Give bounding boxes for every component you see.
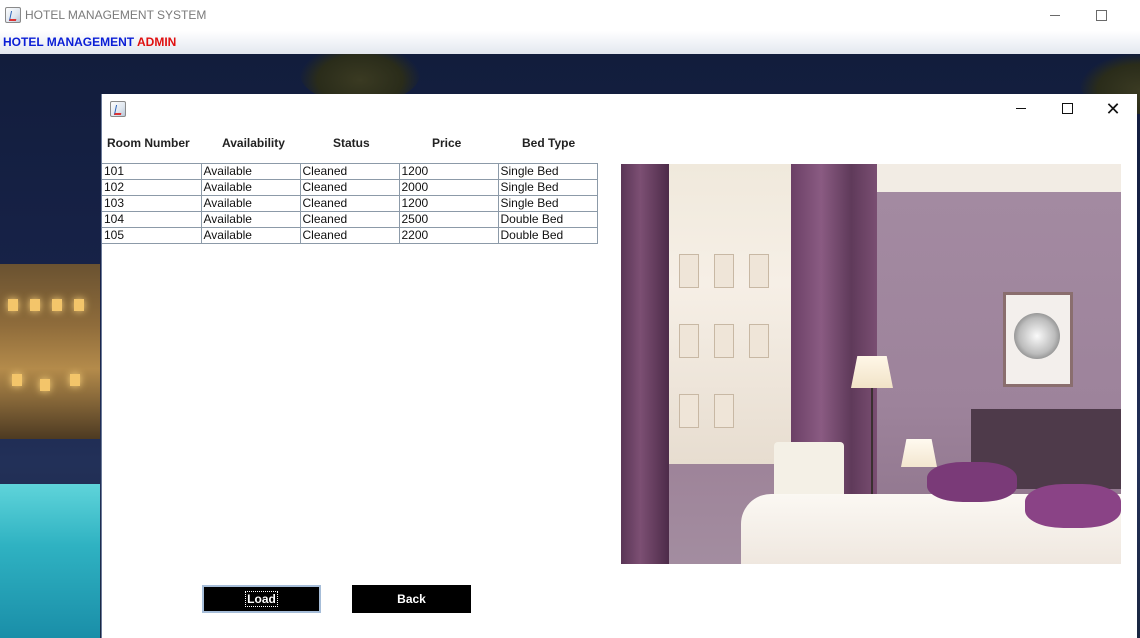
table-header: Room Number Availability Status Price Be… bbox=[102, 136, 622, 154]
maximize-icon bbox=[1095, 10, 1107, 21]
pillow bbox=[927, 462, 1017, 502]
hotel-building bbox=[0, 264, 100, 439]
cell-status[interactable]: Cleaned bbox=[300, 195, 400, 212]
cell-availability[interactable]: Available bbox=[201, 163, 301, 180]
cell-status[interactable]: Cleaned bbox=[300, 163, 400, 180]
close-icon: ✕ bbox=[1105, 98, 1121, 119]
window-view bbox=[669, 164, 794, 464]
cell-price[interactable]: 1200 bbox=[399, 195, 499, 212]
menu-admin[interactable]: ADMIN bbox=[137, 35, 176, 49]
cell-availability[interactable]: Available bbox=[201, 227, 301, 244]
header-availability: Availability bbox=[222, 136, 285, 150]
room-table[interactable]: 101 Available Cleaned 1200 Single Bed 10… bbox=[102, 163, 598, 244]
table-row[interactable]: 105 Available Cleaned 2200 Double Bed bbox=[102, 227, 598, 244]
cell-status[interactable]: Cleaned bbox=[300, 227, 400, 244]
floor-lamp-shade bbox=[851, 356, 893, 388]
pillow bbox=[1025, 484, 1121, 528]
menu-hotel-management[interactable]: HOTEL MANAGEMENT bbox=[3, 35, 134, 49]
load-button[interactable]: Load bbox=[202, 585, 321, 613]
main-titlebar: HOTEL MANAGEMENT SYSTEM bbox=[0, 0, 1140, 31]
cell-bed-type[interactable]: Double Bed bbox=[498, 227, 598, 244]
cell-availability[interactable]: Available bbox=[201, 211, 301, 228]
cell-bed-type[interactable]: Single Bed bbox=[498, 195, 598, 212]
cell-room-number[interactable]: 101 bbox=[102, 163, 202, 180]
cell-status[interactable]: Cleaned bbox=[300, 211, 400, 228]
cell-bed-type[interactable]: Double Bed bbox=[498, 211, 598, 228]
dialog-close-button[interactable]: ✕ bbox=[1090, 94, 1136, 123]
cell-availability[interactable]: Available bbox=[201, 179, 301, 196]
cell-status[interactable]: Cleaned bbox=[300, 179, 400, 196]
load-button-label: Load bbox=[245, 591, 278, 607]
back-button-label: Back bbox=[397, 592, 426, 606]
maximize-icon bbox=[1061, 103, 1073, 114]
header-room-number: Room Number bbox=[107, 136, 190, 150]
cell-price[interactable]: 2200 bbox=[399, 227, 499, 244]
header-price: Price bbox=[432, 136, 462, 150]
minimize-button[interactable] bbox=[1032, 0, 1078, 31]
dialog-minimize-button[interactable] bbox=[998, 94, 1044, 123]
header-bed-type: Bed Type bbox=[522, 136, 576, 150]
cell-bed-type[interactable]: Single Bed bbox=[498, 179, 598, 196]
cell-room-number[interactable]: 102 bbox=[102, 179, 202, 196]
pool bbox=[0, 484, 100, 638]
cell-room-number[interactable]: 103 bbox=[102, 195, 202, 212]
room-dialog: ✕ Room Number Availability Status Price … bbox=[101, 94, 1137, 638]
java-cup-icon bbox=[5, 7, 21, 23]
menu-bar: HOTEL MANAGEMENT ADMIN bbox=[0, 31, 1140, 54]
back-button[interactable]: Back bbox=[352, 585, 471, 613]
curtain bbox=[621, 164, 669, 564]
maximize-button[interactable] bbox=[1078, 0, 1124, 31]
cell-price[interactable]: 2000 bbox=[399, 179, 499, 196]
table-row[interactable]: 102 Available Cleaned 2000 Single Bed bbox=[102, 179, 598, 196]
table-row[interactable]: 103 Available Cleaned 1200 Single Bed bbox=[102, 195, 598, 212]
minimize-icon bbox=[1050, 15, 1060, 16]
cell-price[interactable]: 1200 bbox=[399, 163, 499, 180]
cell-price[interactable]: 2500 bbox=[399, 211, 499, 228]
window-title: HOTEL MANAGEMENT SYSTEM bbox=[25, 8, 207, 22]
room-photo bbox=[621, 164, 1121, 564]
wall-picture bbox=[1003, 292, 1073, 387]
java-cup-icon bbox=[110, 101, 126, 117]
cell-room-number[interactable]: 105 bbox=[102, 227, 202, 244]
header-status: Status bbox=[333, 136, 370, 150]
cell-availability[interactable]: Available bbox=[201, 195, 301, 212]
table-lamp-shade bbox=[901, 439, 937, 467]
table-row[interactable]: 101 Available Cleaned 1200 Single Bed bbox=[102, 163, 598, 180]
cell-room-number[interactable]: 104 bbox=[102, 211, 202, 228]
cell-bed-type[interactable]: Single Bed bbox=[498, 163, 598, 180]
table-row[interactable]: 104 Available Cleaned 2500 Double Bed bbox=[102, 211, 598, 228]
dialog-titlebar: ✕ bbox=[102, 94, 1137, 123]
minimize-icon bbox=[1016, 108, 1026, 109]
dialog-maximize-button[interactable] bbox=[1044, 94, 1090, 123]
